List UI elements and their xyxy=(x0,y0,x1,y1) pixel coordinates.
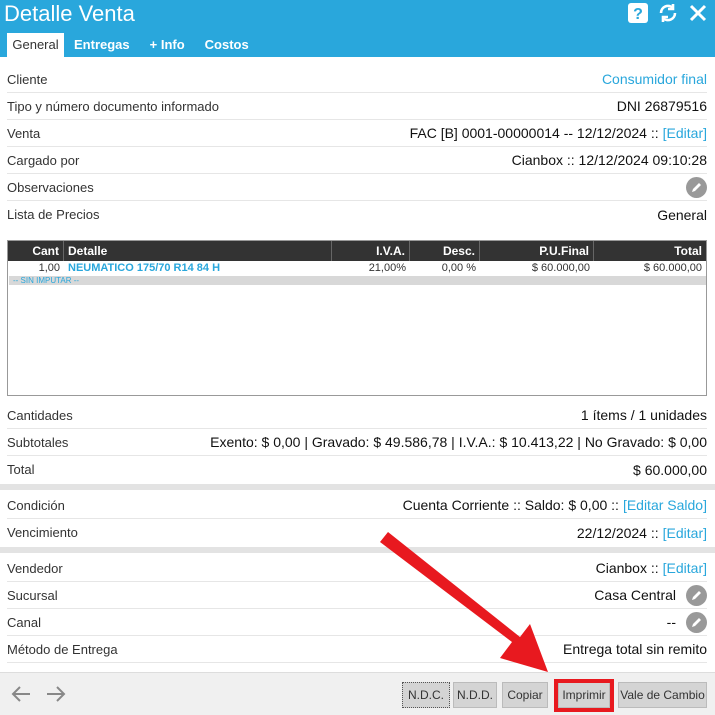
refresh-icon[interactable] xyxy=(657,2,679,24)
detalle-venta-window: Detalle Venta ? General Entregas + Info … xyxy=(0,0,715,715)
tab-costos[interactable]: Costos xyxy=(195,33,259,57)
observaciones-label: Observaciones xyxy=(7,179,94,195)
help-icon[interactable]: ? xyxy=(627,2,649,24)
row-observaciones: Observaciones xyxy=(7,174,707,201)
cargado-value: Cianbox :: 12/12/2024 09:10:28 xyxy=(511,152,707,168)
sucursal-label: Sucursal xyxy=(7,587,58,603)
condicion-value: Cuenta Corriente :: Saldo: $ 0,00 :: xyxy=(402,497,619,513)
cliente-label: Cliente xyxy=(7,71,48,87)
row-cargado: Cargado por Cianbox :: 12/12/2024 09:10:… xyxy=(7,147,707,174)
row-vencimiento: Vencimiento 22/12/2024 :: [Editar] xyxy=(7,519,707,546)
row-subtotales: Subtotales Exento: $ 0,00 | Gravado: $ 4… xyxy=(7,429,707,456)
row-metodo-entrega: Método de Entrega Entrega total sin remi… xyxy=(7,636,707,663)
cell-pufinal: $ 60.000,00 xyxy=(531,262,590,274)
cargado-label: Cargado por xyxy=(7,152,80,168)
vale-cambio-button[interactable]: Vale de Cambio xyxy=(618,682,707,708)
documento-value: DNI 26879516 xyxy=(616,98,707,114)
col-cant[interactable]: Cant xyxy=(8,241,64,261)
row-cliente: Cliente Consumidor final xyxy=(7,66,707,93)
total-value: $ 60.000,00 xyxy=(633,461,707,478)
venta-value: FAC [B] 0001-00000014 -- 12/12/2024 :: xyxy=(409,125,659,141)
tab-entregas[interactable]: Entregas xyxy=(64,33,140,57)
vencimiento-label: Vencimiento xyxy=(7,525,78,540)
vencimiento-value: 22/12/2024 :: xyxy=(576,524,659,541)
cell-iva: 21,00% xyxy=(368,262,406,274)
vencimiento-edit-link[interactable]: [Editar] xyxy=(663,525,707,541)
pencil-icon[interactable] xyxy=(686,611,707,633)
col-desc[interactable]: Desc. xyxy=(410,241,480,261)
cantidades-label: Cantidades xyxy=(7,407,73,423)
cell-cant: 1,00 xyxy=(38,262,60,274)
table-row[interactable]: 1,00 NEUMATICO 175/70 R14 84 H 21,00% 0,… xyxy=(8,261,706,276)
divider xyxy=(0,484,715,490)
divider xyxy=(0,547,715,553)
tab-info[interactable]: + Info xyxy=(140,33,195,57)
lista-value: General xyxy=(657,206,707,223)
ndd-button[interactable]: N.D.D. xyxy=(453,682,497,708)
row-documento: Tipo y número documento informado DNI 26… xyxy=(7,93,707,120)
documento-label: Tipo y número documento informado xyxy=(7,98,219,114)
forward-arrow-icon[interactable] xyxy=(45,684,67,707)
sucursal-value: Casa Central xyxy=(594,587,676,603)
highlight-box xyxy=(554,679,614,712)
row-canal: Canal -- xyxy=(7,609,707,636)
row-cantidades: Cantidades 1 ítems / 1 unidades xyxy=(7,402,707,429)
copiar-button[interactable]: Copiar xyxy=(502,682,548,708)
subtotales-value: Exento: $ 0,00 | Gravado: $ 49.586,78 | … xyxy=(210,434,707,450)
subtotales-label: Subtotales xyxy=(7,434,69,450)
cell-desc: 0,00 % xyxy=(441,262,476,274)
venta-label: Venta xyxy=(7,125,41,141)
vendedor-value: Cianbox :: xyxy=(595,560,659,576)
svg-text:?: ? xyxy=(633,6,643,23)
col-detalle[interactable]: Detalle xyxy=(64,241,332,261)
total-label: Total xyxy=(7,462,35,477)
tab-bar: General Entregas + Info Costos xyxy=(7,33,259,57)
pencil-icon[interactable] xyxy=(686,584,707,606)
cell-total: $ 60.000,00 xyxy=(643,262,702,274)
canal-label: Canal xyxy=(7,614,41,630)
venta-edit-link[interactable]: [Editar] xyxy=(663,125,707,141)
close-icon[interactable] xyxy=(687,2,709,24)
vendedor-label: Vendedor xyxy=(7,560,63,576)
col-iva[interactable]: I.V.A. xyxy=(332,241,410,261)
col-total[interactable]: Total xyxy=(594,241,706,261)
cliente-link[interactable]: Consumidor final xyxy=(602,71,707,87)
table-header: Cant Detalle I.V.A. Desc. P.U.Final Tota… xyxy=(8,241,706,261)
back-arrow-icon[interactable] xyxy=(10,684,32,707)
tab-general[interactable]: General xyxy=(7,33,64,57)
window-header: Detalle Venta ? General Entregas + Info … xyxy=(0,0,715,57)
row-venta: Venta FAC [B] 0001-00000014 -- 12/12/202… xyxy=(7,120,707,147)
window-title: Detalle Venta xyxy=(4,1,135,26)
canal-value: -- xyxy=(666,614,676,630)
metodo-value: Entrega total sin remito xyxy=(563,641,707,657)
row-vendedor: Vendedor Cianbox :: [Editar] xyxy=(7,555,707,582)
pencil-icon[interactable] xyxy=(686,176,707,198)
row-total: Total $ 60.000,00 xyxy=(7,456,707,483)
metodo-label: Método de Entrega xyxy=(7,641,118,657)
row-condicion: Condición Cuenta Corriente :: Saldo: $ 0… xyxy=(7,492,707,519)
lista-label: Lista de Precios xyxy=(7,207,100,222)
vendedor-edit-link[interactable]: [Editar] xyxy=(663,560,707,576)
cell-detalle[interactable]: NEUMATICO 175/70 R14 84 H xyxy=(64,261,332,276)
items-table: Cant Detalle I.V.A. Desc. P.U.Final Tota… xyxy=(7,240,707,396)
row-sucursal: Sucursal Casa Central xyxy=(7,582,707,609)
ndc-button[interactable]: N.D.C. xyxy=(402,682,450,708)
unassigned-row[interactable]: -- SIN IMPUTAR -- xyxy=(9,276,706,285)
condicion-label: Condición xyxy=(7,497,65,513)
row-lista-precios: Lista de Precios General xyxy=(7,201,707,228)
col-pufinal[interactable]: P.U.Final xyxy=(480,241,594,261)
cantidades-value: 1 ítems / 1 unidades xyxy=(580,407,707,423)
editar-saldo-link[interactable]: [Editar Saldo] xyxy=(623,497,707,513)
